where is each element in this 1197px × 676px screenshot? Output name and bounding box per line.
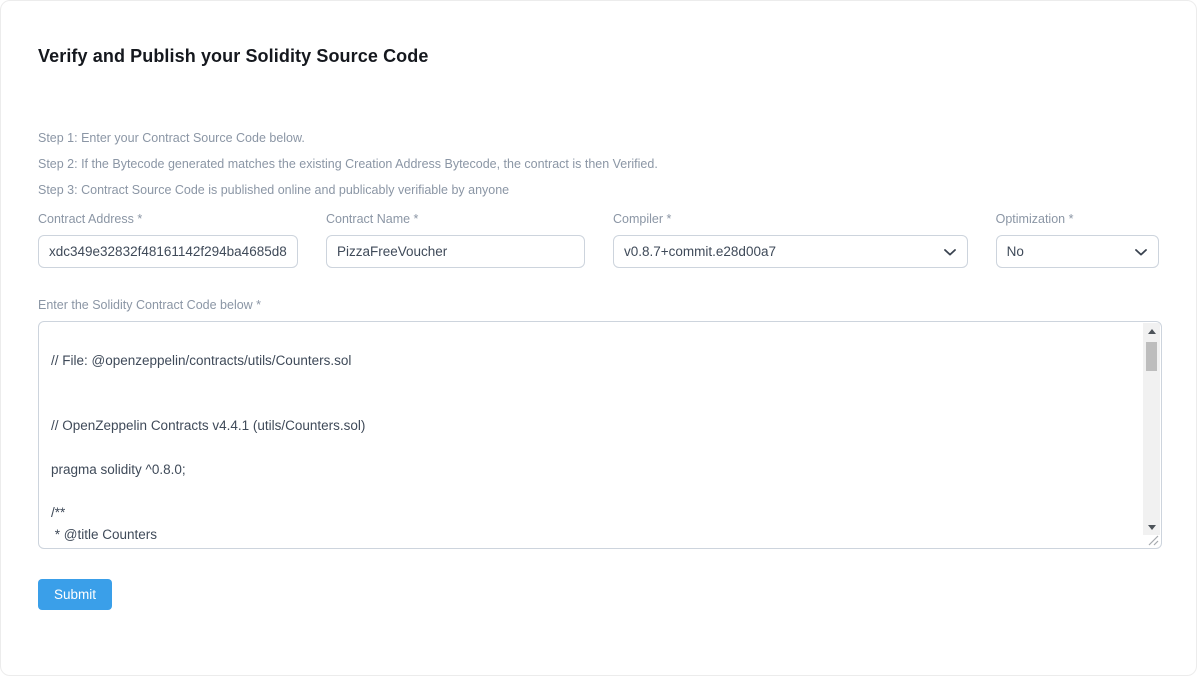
scroll-up-button[interactable] (1143, 323, 1160, 339)
contract-name-input[interactable] (326, 235, 585, 268)
step-3-text: Step 3: Contract Source Code is publishe… (38, 183, 510, 197)
verify-contract-page: Verify and Publish your Solidity Source … (0, 0, 1197, 676)
optimization-label: Optimization * (995, 212, 1074, 226)
contract-name-label: Contract Name * (326, 212, 419, 226)
submit-button[interactable]: Submit (38, 579, 113, 610)
source-code-editor[interactable]: // File: @openzeppelin/contracts/utils/C… (38, 321, 1162, 549)
field-contract-address: Contract Address * (38, 212, 298, 268)
contract-form-row: Contract Address * Contract Name * Compi… (38, 212, 1159, 268)
source-code-text[interactable]: // File: @openzeppelin/contracts/utils/C… (39, 322, 1143, 548)
scrollbar[interactable] (1143, 323, 1160, 535)
compiler-select-wrap: v0.8.7+commit.e28d00a7 (613, 235, 968, 268)
optimization-select-wrap: No (995, 235, 1159, 268)
field-contract-name: Contract Name * (326, 212, 585, 268)
scrollbar-thumb[interactable] (1146, 342, 1157, 371)
steps-instructions: Step 1: Enter your Contract Source Code … (38, 125, 1159, 203)
compiler-label: Compiler * (613, 212, 672, 226)
step-1-text: Step 1: Enter your Contract Source Code … (38, 131, 305, 145)
source-code-label: Enter the Solidity Contract Code below * (38, 298, 262, 312)
page-title: Verify and Publish your Solidity Source … (38, 46, 429, 66)
triangle-up-icon (1147, 328, 1156, 334)
contract-address-label: Contract Address * (38, 212, 143, 226)
step-2-text: Step 2: If the Bytecode generated matche… (38, 157, 658, 171)
optimization-select[interactable]: No (996, 236, 1158, 267)
field-compiler: Compiler * v0.8.7+commit.e28d00a7 (613, 212, 968, 268)
resize-grip-icon[interactable] (1146, 533, 1159, 546)
compiler-select[interactable]: v0.8.7+commit.e28d00a7 (614, 236, 967, 267)
field-optimization: Optimization * No (995, 212, 1159, 268)
triangle-down-icon (1147, 524, 1156, 530)
contract-address-input[interactable] (38, 235, 298, 268)
